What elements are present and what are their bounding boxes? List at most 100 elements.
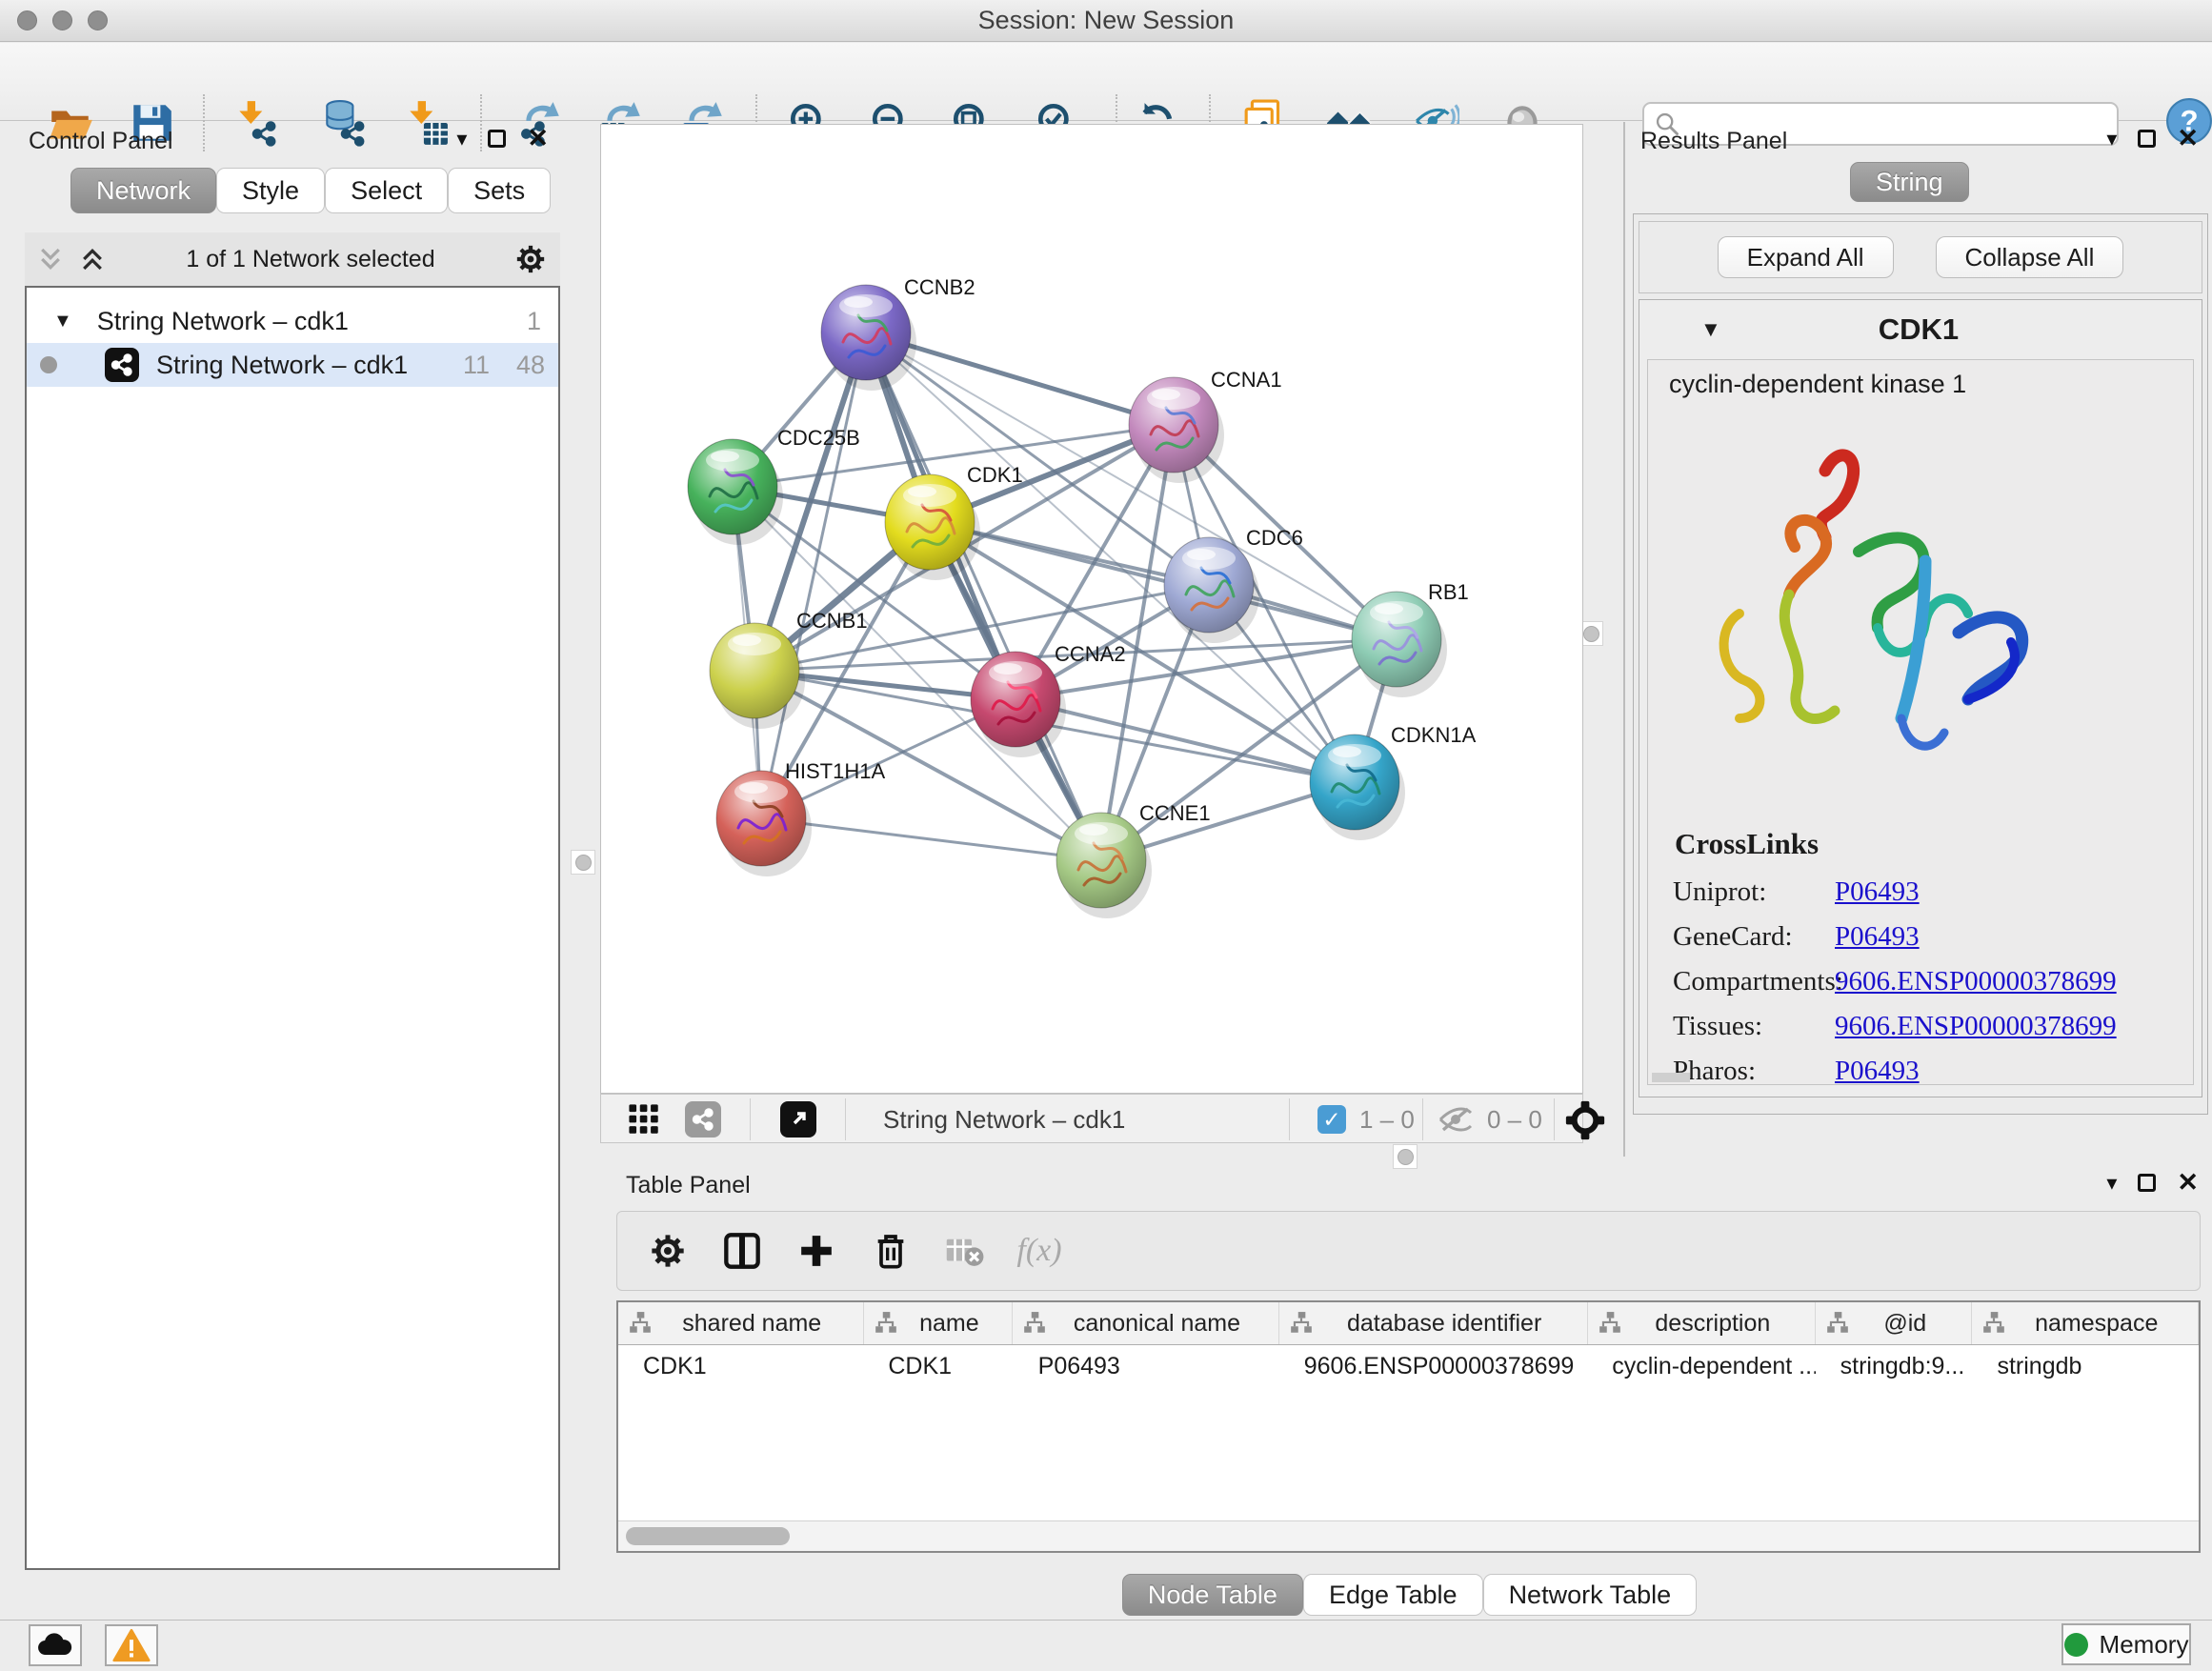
collapse-panel-icon[interactable]: ▾ [2106, 1171, 2117, 1196]
hidden-eye-icon[interactable] [1438, 1105, 1476, 1134]
close-panel-icon[interactable]: ✕ [2177, 1170, 2199, 1196]
float-panel-icon[interactable] [2138, 130, 2156, 148]
control-panel: Control Panel ▾ ✕ NetworkStyleSelectSets… [8, 124, 560, 1578]
hierarchy-icon [874, 1311, 898, 1336]
column-header-canonical-name[interactable]: canonical name [1013, 1302, 1278, 1344]
trash-icon[interactable] [869, 1229, 913, 1273]
memory-button[interactable]: Memory [2061, 1623, 2191, 1665]
hierarchy-icon [1825, 1311, 1850, 1336]
close-panel-icon[interactable]: ✕ [2177, 126, 2199, 151]
network-node-rb1[interactable] [1352, 592, 1447, 697]
table-panel: Table Panel ▾ ✕ f(x) shared namenamecano… [607, 1157, 2212, 1612]
crosslink-link[interactable]: P06493 [1835, 1056, 1920, 1087]
tab-edge-table[interactable]: Edge Table [1303, 1574, 1483, 1616]
node-label-ccna2: CCNA2 [1055, 642, 1126, 666]
tab-select[interactable]: Select [325, 168, 448, 213]
column-header-description[interactable]: description [1588, 1302, 1816, 1344]
network-view-canvas[interactable]: CCNB2CCNA1CDC25BCDK1CDC6RB1CCNB1CCNA2CDK… [600, 124, 1583, 1094]
column-header-shared-name[interactable]: shared name [618, 1302, 864, 1344]
share-view-icon[interactable] [685, 1101, 721, 1137]
float-panel-icon[interactable] [2138, 1174, 2156, 1192]
collapse-panel-icon[interactable]: ▾ [456, 127, 467, 151]
network-node-hist1h1a[interactable] [716, 771, 812, 876]
network-row-label: String Network – cdk1 [156, 351, 408, 380]
collapse-panel-icon[interactable]: ▾ [2106, 127, 2117, 151]
node-label-cdc25b: CDC25B [777, 426, 860, 450]
table-cell: P06493 [1014, 1353, 1279, 1380]
collapse-all-button[interactable]: Collapse All [1936, 236, 2124, 278]
node-label-ccna1: CCNA1 [1211, 368, 1282, 392]
crosslink-link[interactable]: 9606.ENSP00000378699 [1835, 966, 2117, 997]
hierarchy-icon [628, 1311, 653, 1336]
results-scroll-nub[interactable] [1652, 1073, 1690, 1082]
crosshair-icon[interactable] [1565, 1100, 1605, 1140]
node-label-cdkn1a: CDKN1A [1391, 723, 1477, 747]
section-expander-icon[interactable]: ▼ [1700, 317, 1721, 342]
hierarchy-icon [1981, 1311, 2006, 1336]
collection-count: 1 [527, 307, 541, 336]
column-header-database-identifier[interactable]: database identifier [1279, 1302, 1588, 1344]
plus-icon[interactable] [794, 1229, 838, 1273]
crosslink-link[interactable]: 9606.ENSP00000378699 [1835, 1011, 2117, 1042]
column-header--id[interactable]: @id [1816, 1302, 1972, 1344]
table-cell: cyclin-dependent ... [1587, 1353, 1815, 1380]
grid-icon[interactable] [628, 1103, 660, 1136]
open-in-icon[interactable] [780, 1101, 816, 1137]
column-header-name[interactable]: name [864, 1302, 1014, 1344]
network-node-ccne1[interactable] [1056, 813, 1152, 918]
gear-icon[interactable] [514, 243, 547, 275]
current-network-name: String Network – cdk1 [883, 1105, 1125, 1135]
network-status-dot-icon [40, 356, 57, 373]
tab-sets[interactable]: Sets [448, 168, 551, 213]
columns-icon[interactable] [720, 1229, 764, 1273]
tab-style[interactable]: Style [216, 168, 325, 213]
expand-all-button[interactable]: Expand All [1718, 236, 1894, 278]
function-builder-icon: f(x) [1017, 1229, 1061, 1273]
warnings-button[interactable] [105, 1624, 158, 1666]
tab-string[interactable]: String [1850, 162, 1969, 202]
table-cell: 9606.ENSP00000378699 [1279, 1353, 1587, 1380]
tab-network[interactable]: Network [70, 168, 216, 213]
network-node-cdc6[interactable] [1164, 537, 1259, 643]
collapse-all-chevron-icon[interactable] [78, 245, 107, 273]
network-node-ccnb2[interactable] [821, 285, 916, 391]
tab-node-table[interactable]: Node Table [1122, 1574, 1303, 1616]
close-panel-icon[interactable]: ✕ [527, 126, 549, 151]
column-header-namespace[interactable]: namespace [1972, 1302, 2199, 1344]
crosslink-link[interactable]: P06493 [1835, 876, 1920, 908]
node-count: 11 [463, 351, 490, 380]
results-panel-title: Results Panel [1640, 128, 1787, 155]
crosslink-link[interactable]: P06493 [1835, 921, 1920, 953]
protein-structure-image [1682, 413, 2063, 787]
cloud-button[interactable] [29, 1624, 82, 1666]
selected-checkbox-icon[interactable]: ✓ [1317, 1105, 1346, 1134]
string-network-icon [105, 348, 139, 382]
vertical-splitter-handle[interactable] [571, 850, 595, 875]
table-tabs: Node TableEdge TableNetwork Table [607, 1574, 2212, 1616]
expand-all-chevron-icon[interactable] [36, 245, 65, 273]
tree-expander-icon[interactable]: ▼ [53, 311, 72, 332]
network-node-ccna1[interactable] [1129, 377, 1224, 483]
results-buttons-row: Expand All Collapse All [1639, 221, 2202, 293]
tab-network-table[interactable]: Network Table [1483, 1574, 1698, 1616]
network-collection-row[interactable]: ▼ String Network – cdk1 1 [27, 299, 558, 343]
edge-count: 48 [516, 351, 545, 380]
network-row[interactable]: String Network – cdk1 11 48 [27, 343, 558, 387]
network-list-header: 1 of 1 Network selected [25, 232, 560, 286]
gear-icon[interactable] [646, 1229, 690, 1273]
window-title: Session: New Session [0, 6, 2212, 35]
scrollbar-thumb[interactable] [626, 1527, 790, 1545]
node-label-ccne1: CCNE1 [1139, 801, 1211, 825]
hierarchy-icon [1022, 1311, 1047, 1336]
network-node-cdkn1a[interactable] [1310, 735, 1405, 840]
table-row[interactable]: CDK1CDK1P064939606.ENSP00000378699cyclin… [618, 1345, 2199, 1387]
node-label-ccnb2: CCNB2 [904, 275, 975, 299]
network-node-cdc25b[interactable] [688, 439, 783, 545]
status-bar: Memory [0, 1620, 2212, 1671]
network-node-cdk1[interactable] [885, 474, 980, 580]
crosslinks-list: Uniprot:P06493GeneCard:P06493Compartment… [1648, 863, 2193, 1087]
network-tree: ▼ String Network – cdk1 1 String Network… [25, 286, 560, 1570]
table-hscrollbar[interactable] [618, 1520, 2199, 1551]
cdk1-section-header[interactable]: ▼ CDK1 [1639, 300, 2202, 359]
float-panel-icon[interactable] [488, 130, 506, 148]
